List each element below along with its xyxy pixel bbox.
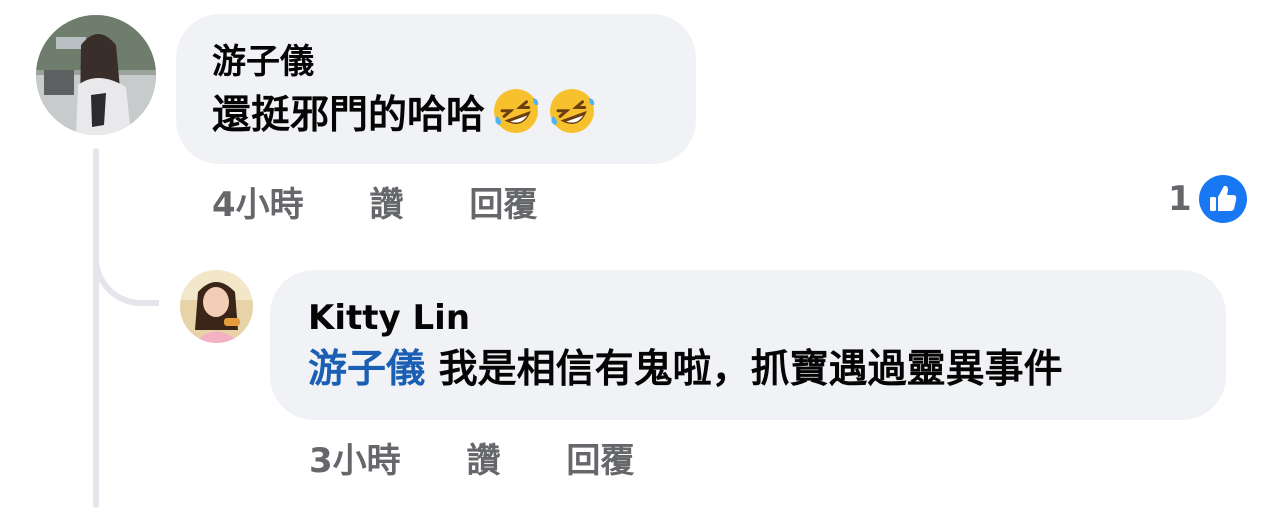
- avatar[interactable]: [180, 270, 253, 343]
- reply-link[interactable]: 回覆: [469, 185, 537, 225]
- thread-connector: [93, 240, 159, 306]
- reply-text: 游子儀 我是相信有鬼啦，抓寶遇過靈異事件: [308, 342, 1226, 398]
- reply-bubble: Kitty Lin 游子儀 我是相信有鬼啦，抓寶遇過靈異事件: [270, 270, 1226, 420]
- thread-line: [93, 148, 99, 508]
- reply-actions: 3小時 讚 回覆: [309, 441, 634, 481]
- reply-timestamp[interactable]: 3小時: [309, 441, 401, 481]
- comment-text-body: 還挺邪門的哈哈: [212, 93, 486, 138]
- reaction-summary[interactable]: 1: [1168, 174, 1248, 224]
- reaction-count: 1: [1168, 179, 1192, 219]
- comment-timestamp[interactable]: 4小時: [212, 185, 304, 225]
- comment-actions: 4小時 讚 回覆: [212, 185, 537, 225]
- reply-link[interactable]: 回覆: [566, 441, 634, 481]
- comment-text: 還挺邪門的哈哈: [212, 86, 696, 144]
- like-link[interactable]: 讚: [370, 185, 404, 225]
- comment-bubble: 游子儀 還挺邪門的哈哈: [176, 14, 696, 164]
- comment-author[interactable]: 游子儀: [212, 40, 696, 84]
- like-link[interactable]: 讚: [467, 441, 501, 481]
- rolling-on-floor-laughing-emoji: [547, 86, 597, 136]
- reply-author[interactable]: Kitty Lin: [308, 296, 1226, 340]
- thumbs-up-icon: [1198, 174, 1248, 224]
- mention-link[interactable]: 游子儀: [308, 347, 425, 392]
- rolling-on-floor-laughing-emoji: [491, 86, 541, 136]
- reply-text-body: 我是相信有鬼啦，抓寶遇過靈異事件: [425, 347, 1063, 392]
- avatar[interactable]: [36, 15, 156, 135]
